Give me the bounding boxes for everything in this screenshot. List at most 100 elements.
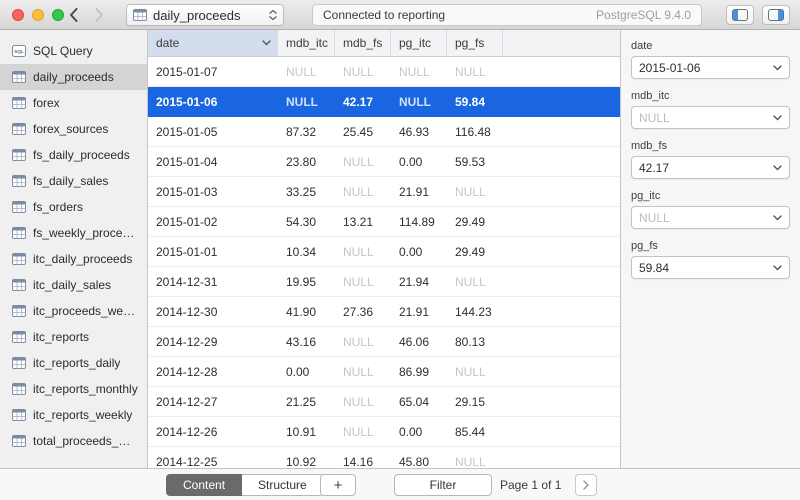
table-row[interactable]: 2015-01-07NULLNULLNULLNULL — [148, 57, 620, 87]
tab-content[interactable]: Content — [166, 474, 242, 496]
table-row[interactable]: 2015-01-0587.3225.4546.93116.48 — [148, 117, 620, 147]
forward-button[interactable] — [88, 5, 110, 25]
cell[interactable]: 114.89 — [391, 215, 447, 229]
cell[interactable]: 2015-01-01 — [148, 245, 278, 259]
column-header-mdb_itc[interactable]: mdb_itc — [278, 30, 335, 56]
table-row[interactable]: 2014-12-280.00NULL86.99NULL — [148, 357, 620, 387]
table-row[interactable]: 2014-12-3119.95NULL21.94NULL — [148, 267, 620, 297]
cell[interactable]: 2015-01-05 — [148, 125, 278, 139]
close-window-button[interactable] — [12, 9, 24, 21]
cell[interactable]: 33.25 — [278, 185, 335, 199]
cell[interactable]: 86.99 — [391, 365, 447, 379]
cell[interactable]: 87.32 — [278, 125, 335, 139]
cell[interactable]: NULL — [447, 275, 503, 289]
sidebar-item-fs-daily-proceeds[interactable]: fs_daily_proceeds — [0, 142, 147, 168]
cell[interactable]: NULL — [335, 245, 391, 259]
cell[interactable]: NULL — [447, 455, 503, 469]
cell[interactable]: 21.94 — [391, 275, 447, 289]
column-header-date[interactable]: date — [148, 30, 278, 56]
cell[interactable]: 14.16 — [335, 455, 391, 469]
sidebar-item-fs-orders[interactable]: fs_orders — [0, 194, 147, 220]
table-row[interactable]: 2014-12-3041.9027.3621.91144.23 — [148, 297, 620, 327]
cell[interactable]: 59.84 — [447, 95, 503, 109]
sidebar-item-itc-reports[interactable]: itc_reports — [0, 324, 147, 350]
cell[interactable]: 45.80 — [391, 455, 447, 469]
cell[interactable]: 2015-01-02 — [148, 215, 278, 229]
cell[interactable]: NULL — [335, 365, 391, 379]
cell[interactable]: 0.00 — [391, 425, 447, 439]
next-page-button[interactable] — [575, 474, 597, 496]
sidebar-item-itc-reports-monthly[interactable]: itc_reports_monthly — [0, 376, 147, 402]
cell[interactable]: 80.13 — [447, 335, 503, 349]
column-header-pg_itc[interactable]: pg_itc — [391, 30, 447, 56]
cell[interactable]: NULL — [391, 65, 447, 79]
cell[interactable]: NULL — [447, 365, 503, 379]
cell[interactable]: 144.23 — [447, 305, 503, 319]
cell[interactable]: NULL — [335, 275, 391, 289]
sidebar-item-forex[interactable]: forex — [0, 90, 147, 116]
table-row[interactable]: 2014-12-2943.16NULL46.0680.13 — [148, 327, 620, 357]
cell[interactable]: 85.44 — [447, 425, 503, 439]
cell[interactable]: 23.80 — [278, 155, 335, 169]
cell[interactable]: 2015-01-04 — [148, 155, 278, 169]
back-button[interactable] — [62, 5, 84, 25]
cell[interactable]: 2014-12-30 — [148, 305, 278, 319]
field-select-pg_fs[interactable]: 59.84 — [631, 256, 790, 279]
cell[interactable]: 2014-12-25 — [148, 455, 278, 469]
cell[interactable]: 2015-01-06 — [148, 95, 278, 109]
cell[interactable]: 2014-12-31 — [148, 275, 278, 289]
cell[interactable]: 59.53 — [447, 155, 503, 169]
cell[interactable]: 27.36 — [335, 305, 391, 319]
sidebar-item-itc-proceeds-weekly[interactable]: itc_proceeds_weekly — [0, 298, 147, 324]
sidebar-item-itc-daily-proceeds[interactable]: itc_daily_proceeds — [0, 246, 147, 272]
add-row-button[interactable]: + — [320, 474, 356, 496]
table-row[interactable]: 2014-12-2721.25NULL65.0429.15 — [148, 387, 620, 417]
table-row[interactable]: 2015-01-0333.25NULL21.91NULL — [148, 177, 620, 207]
tab-structure[interactable]: Structure — [242, 474, 324, 496]
cell[interactable]: 29.49 — [447, 215, 503, 229]
cell[interactable]: 2014-12-26 — [148, 425, 278, 439]
table-row[interactable]: 2015-01-0423.80NULL0.0059.53 — [148, 147, 620, 177]
cell[interactable]: NULL — [447, 65, 503, 79]
cell[interactable]: NULL — [447, 185, 503, 199]
sidebar-item-forex-sources[interactable]: forex_sources — [0, 116, 147, 142]
cell[interactable]: 2015-01-03 — [148, 185, 278, 199]
cell[interactable]: 29.15 — [447, 395, 503, 409]
cell[interactable]: 2014-12-29 — [148, 335, 278, 349]
cell[interactable]: NULL — [335, 65, 391, 79]
cell[interactable]: 54.30 — [278, 215, 335, 229]
sidebar-item-sql-query[interactable]: SQLSQL Query — [0, 38, 147, 64]
cell[interactable]: NULL — [335, 155, 391, 169]
cell[interactable]: 21.91 — [391, 305, 447, 319]
sidebar-item-fs-weekly-proceeds[interactable]: fs_weekly_proceeds — [0, 220, 147, 246]
cell[interactable]: 0.00 — [278, 365, 335, 379]
sidebar-item-itc-reports-daily[interactable]: itc_reports_daily — [0, 350, 147, 376]
cell[interactable]: 10.92 — [278, 455, 335, 469]
cell[interactable]: 0.00 — [391, 155, 447, 169]
cell[interactable]: 19.95 — [278, 275, 335, 289]
sidebar-item-fs-daily-sales[interactable]: fs_daily_sales — [0, 168, 147, 194]
cell[interactable]: NULL — [335, 395, 391, 409]
sidebar-item-total-proceeds-we[interactable]: total_proceeds_we… — [0, 428, 147, 454]
cell[interactable]: NULL — [278, 65, 335, 79]
table-selector-dropdown[interactable]: daily_proceeds — [126, 4, 284, 26]
table-row[interactable]: 2014-12-2510.9214.1645.80NULL — [148, 447, 620, 468]
cell[interactable]: 2014-12-27 — [148, 395, 278, 409]
cell[interactable]: 2015-01-07 — [148, 65, 278, 79]
cell[interactable]: 13.21 — [335, 215, 391, 229]
cell[interactable]: NULL — [335, 335, 391, 349]
table-row[interactable]: 2015-01-0254.3013.21114.8929.49 — [148, 207, 620, 237]
cell[interactable]: NULL — [278, 95, 335, 109]
cell[interactable]: 42.17 — [335, 95, 391, 109]
cell[interactable]: NULL — [335, 185, 391, 199]
cell[interactable]: 65.04 — [391, 395, 447, 409]
cell[interactable]: 2014-12-28 — [148, 365, 278, 379]
cell[interactable]: NULL — [335, 425, 391, 439]
cell[interactable]: NULL — [391, 95, 447, 109]
toggle-right-panel-button[interactable] — [762, 5, 790, 25]
cell[interactable]: 25.45 — [335, 125, 391, 139]
table-row[interactable]: 2014-12-2610.91NULL0.0085.44 — [148, 417, 620, 447]
sidebar-item-itc-reports-weekly[interactable]: itc_reports_weekly — [0, 402, 147, 428]
field-select-mdb_itc[interactable]: NULL — [631, 106, 790, 129]
column-header-mdb_fs[interactable]: mdb_fs — [335, 30, 391, 56]
